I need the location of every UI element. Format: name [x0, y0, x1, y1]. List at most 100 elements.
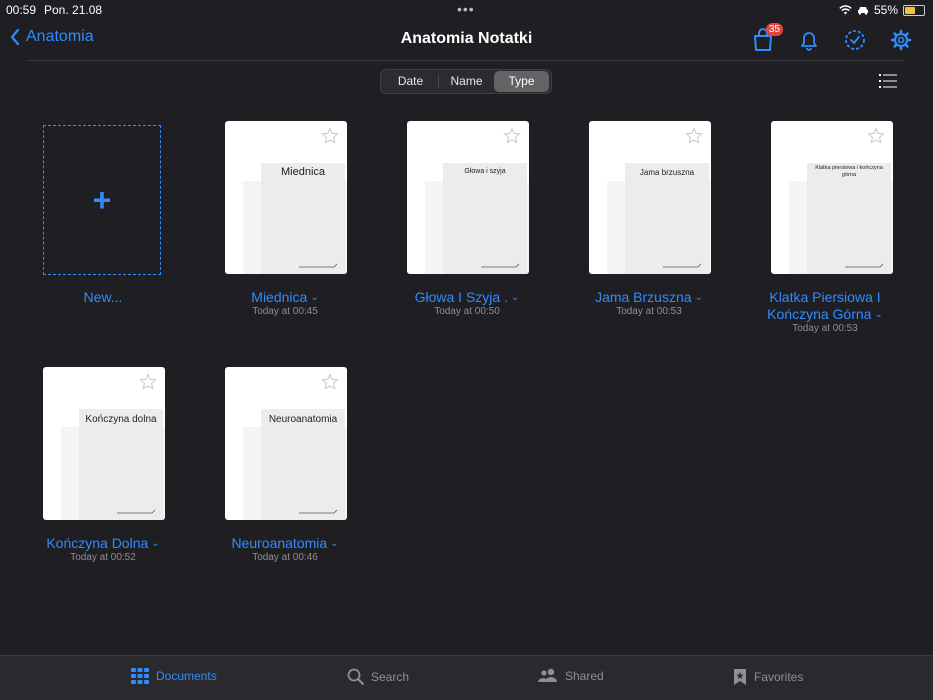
- tab-documents[interactable]: Documents: [131, 668, 217, 684]
- thumbnail-heading: Głowa i szyja: [464, 168, 506, 175]
- status-time: 00:59: [6, 3, 37, 17]
- tab-favorites[interactable]: Favorites: [733, 668, 803, 686]
- store-button[interactable]: 35: [749, 23, 783, 54]
- tab-bar: Documents Search Shared Favorites: [0, 655, 933, 700]
- scribble-mark: [299, 509, 338, 514]
- thumbnail-heading: Neuroanatomia: [268, 414, 338, 425]
- document-thumbnail[interactable]: Miednica: [225, 121, 347, 274]
- tab-shared[interactable]: Shared: [538, 668, 604, 683]
- document-time: Today at 00:52: [70, 552, 136, 563]
- bookmark-star-icon: [734, 669, 746, 685]
- plus-icon: +: [92, 181, 112, 218]
- list-icon[interactable]: [879, 73, 897, 89]
- new-document-label[interactable]: New...: [12, 289, 194, 306]
- document-card[interactable]: Jama brzuszna: [589, 121, 711, 275]
- star-icon[interactable]: [321, 373, 339, 391]
- document-card[interactable]: Neuroanatomia: [225, 367, 347, 521]
- document-time: Today at 00:50: [434, 306, 500, 317]
- star-icon[interactable]: [139, 373, 157, 391]
- document-time: Today at 00:53: [792, 323, 858, 334]
- thumbnail-heading: Klatka piersiowa i kończyna górna: [815, 165, 883, 178]
- document-title-button[interactable]: Jama Brzuszna ⌄: [558, 289, 740, 306]
- document-thumbnail[interactable]: Kończyna dolna: [43, 367, 165, 520]
- thumbnail-heading: Jama brzuszna: [639, 168, 695, 177]
- gear-icon: [890, 29, 912, 51]
- tab-favorites-label: Favorites: [754, 670, 804, 684]
- star-icon[interactable]: [685, 127, 703, 145]
- scribble-mark: [299, 263, 338, 268]
- document-card[interactable]: Miednica: [225, 121, 347, 275]
- battery-icon: [903, 4, 925, 16]
- battery-percent: 55%: [873, 3, 898, 17]
- document-title-button[interactable]: Miednica ⌄: [194, 289, 376, 306]
- document-label: Neuroanatomia ⌄ Today at 00:46: [194, 535, 376, 564]
- document-title: Klatka Piersiowa I Kończyna Górna: [767, 289, 881, 322]
- document-time: Today at 00:53: [616, 306, 682, 317]
- check-circle-icon: [845, 30, 865, 50]
- document-label: Głowa I Szyja . ⌄ Today at 00:50: [376, 289, 558, 318]
- chevron-down-icon: ⌄: [694, 292, 703, 303]
- scribble-mark: [117, 509, 156, 514]
- document-card[interactable]: Kończyna dolna: [43, 367, 165, 521]
- document-title-button[interactable]: Głowa I Szyja . ⌄: [376, 289, 558, 306]
- grid-icon: [131, 668, 149, 684]
- status-right: 55%: [839, 3, 925, 17]
- chevron-down-icon: ⌄: [874, 309, 883, 320]
- document-label: Miednica ⌄ Today at 00:45: [194, 289, 376, 318]
- scribble-mark: [845, 263, 884, 268]
- document-card[interactable]: Głowa i szyja: [407, 121, 529, 275]
- chevron-down-icon: ⌄: [510, 292, 520, 303]
- status-date: Pon. 21.08: [44, 3, 103, 17]
- document-label: Kończyna Dolna ⌄ Today at 00:52: [12, 535, 194, 564]
- tasks-button[interactable]: [841, 26, 869, 54]
- sort-date[interactable]: Date: [383, 71, 438, 92]
- nav-divider: [28, 60, 905, 61]
- sort-type[interactable]: Type: [494, 71, 549, 92]
- people-icon: [538, 668, 557, 682]
- tab-search[interactable]: Search: [347, 668, 409, 685]
- thumbnail-heading: Miednica: [280, 166, 326, 178]
- notifications-button[interactable]: [795, 26, 823, 54]
- thumbnail-heading: Kończyna dolna: [85, 414, 157, 425]
- bell-icon: [801, 32, 817, 51]
- status-bar: 00:59 Pon. 21.08 ••• 55%: [0, 0, 933, 18]
- document-title: Neuroanatomia: [231, 535, 328, 551]
- document-time: Today at 00:46: [252, 552, 318, 563]
- document-title: Głowa I Szyja .: [414, 289, 508, 305]
- settings-button[interactable]: [887, 26, 915, 54]
- star-icon[interactable]: [867, 127, 885, 145]
- tab-shared-label: Shared: [565, 668, 604, 683]
- sort-segmented-control: Date Name Type: [380, 69, 552, 94]
- chevron-down-icon: ⌄: [310, 292, 319, 303]
- notification-badge: 35: [765, 23, 783, 36]
- sort-name[interactable]: Name: [439, 71, 494, 92]
- document-card[interactable]: Klatka piersiowa i kończyna górna: [771, 121, 893, 275]
- tab-documents-label: Documents: [156, 669, 217, 683]
- document-title-button[interactable]: Kończyna Dolna ⌄: [12, 535, 194, 552]
- tab-search-label: Search: [371, 669, 410, 684]
- document-title-button[interactable]: Klatka Piersiowa I Kończyna Górna ⌄: [740, 289, 910, 323]
- document-thumbnail[interactable]: Klatka piersiowa i kończyna górna: [771, 121, 893, 274]
- car-icon: [857, 6, 868, 15]
- document-title: Miednica: [251, 289, 308, 305]
- star-icon[interactable]: [321, 127, 339, 145]
- search-icon: [347, 668, 364, 685]
- new-document-label-wrap: New...: [12, 289, 194, 306]
- document-title: Jama Brzuszna: [595, 289, 692, 305]
- document-thumbnail[interactable]: Neuroanatomia: [225, 367, 347, 520]
- wifi-icon: [839, 5, 852, 15]
- document-thumbnail[interactable]: Jama brzuszna: [589, 121, 711, 274]
- scribble-mark: [481, 263, 520, 268]
- chevron-down-icon: ⌄: [151, 538, 160, 549]
- document-label: Jama Brzuszna ⌄ Today at 00:53: [558, 289, 740, 318]
- nav-actions: 35: [749, 23, 915, 54]
- new-document-tile[interactable]: +: [43, 125, 161, 275]
- chevron-down-icon: ⌄: [330, 538, 339, 549]
- document-title: Kończyna Dolna: [46, 535, 149, 551]
- scribble-mark: [663, 263, 702, 268]
- new-document-card[interactable]: +: [43, 125, 165, 279]
- multitasking-dots-icon[interactable]: •••: [457, 1, 475, 17]
- star-icon[interactable]: [503, 127, 521, 145]
- document-title-button[interactable]: Neuroanatomia ⌄: [194, 535, 376, 552]
- document-thumbnail[interactable]: Głowa i szyja: [407, 121, 529, 274]
